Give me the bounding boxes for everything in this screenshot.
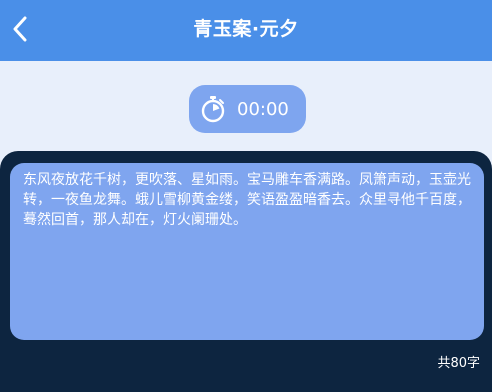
timer-display: 00:00 bbox=[237, 98, 289, 120]
poem-panel: 东风夜放花千树，更吹落、星如雨。宝马雕车香满路。凤箫声动，玉壶光转，一夜鱼龙舞。… bbox=[0, 151, 492, 392]
timer-button[interactable]: 00:00 bbox=[189, 85, 306, 133]
poem-text: 东风夜放花千树，更吹落、星如雨。宝马雕车香满路。凤箫声动，玉壶光转，一夜鱼龙舞。… bbox=[23, 172, 471, 228]
page-title: 青玉案·元夕 bbox=[193, 18, 299, 40]
poem-text-box[interactable]: 东风夜放花千树，更吹落、星如雨。宝马雕车香满路。凤箫声动，玉壶光转，一夜鱼龙舞。… bbox=[10, 163, 484, 340]
top-bar: 青玉案·元夕 bbox=[0, 0, 492, 61]
character-count: 共80字 bbox=[437, 356, 480, 371]
stopwatch-icon bbox=[199, 94, 227, 124]
